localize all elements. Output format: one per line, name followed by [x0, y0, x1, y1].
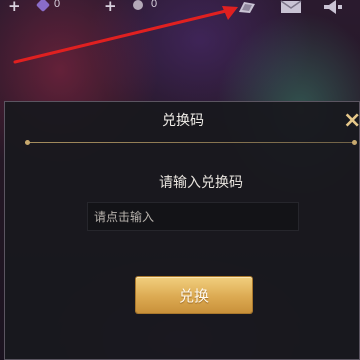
dialog-title: 兑换码 [162, 113, 204, 129]
mail-icon[interactable] [280, 0, 302, 14]
announcement-icon[interactable] [322, 0, 344, 14]
coupon-icon [133, 0, 143, 10]
gift-code-icon[interactable] [236, 0, 258, 14]
diamond-count: 0 [54, 0, 61, 10]
redeem-code-dialog: 兑换码 × 请输入兑换码 兑换 [4, 101, 360, 360]
redeem-code-input[interactable] [87, 202, 299, 231]
add-diamond-button[interactable]: + [8, 0, 21, 14]
top-resource-bar: + 0 + 0 [0, 0, 360, 16]
coupon-count: 0 [151, 0, 158, 10]
add-coupon-button[interactable]: + [104, 0, 117, 14]
title-divider [25, 142, 355, 143]
diamond-icon [35, 0, 51, 13]
divider-left-dot [25, 140, 30, 145]
redeem-button[interactable]: 兑换 [136, 277, 252, 313]
divider-right-dot [352, 140, 357, 145]
close-button[interactable]: × [343, 110, 360, 132]
redeem-prompt: 请输入兑换码 [159, 175, 243, 191]
